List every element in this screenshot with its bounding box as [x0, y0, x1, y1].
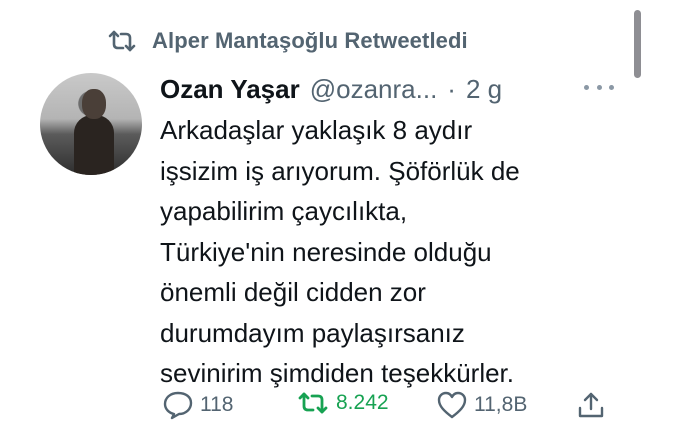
retweet-icon	[106, 29, 138, 53]
like-button[interactable]: 11,8B	[436, 390, 527, 420]
retweeted-by-text[interactable]: Alper Mantaşoğlu Retweetledi	[152, 28, 468, 54]
tweet-text: Arkadaşlar yaklaşık 8 aydır işsizim iş a…	[160, 115, 520, 388]
more-dot	[596, 84, 602, 90]
reply-button[interactable]: 118	[162, 390, 233, 420]
more-dot	[584, 84, 589, 90]
more-options-icon[interactable]	[584, 77, 614, 97]
author-handle[interactable]: @ozanra...	[310, 74, 438, 105]
share-icon	[576, 390, 606, 420]
like-count: 11,8B	[474, 393, 528, 416]
retweet-count: 8.242	[336, 391, 389, 414]
retweet-button[interactable]: 8.242	[296, 390, 389, 416]
avatar-head	[82, 89, 106, 119]
tweet-timestamp[interactable]: 2 g	[466, 74, 502, 105]
retweet-header: Alper Mantaşoğlu Retweetledi	[106, 28, 468, 54]
avatar[interactable]	[40, 73, 142, 175]
avatar-figure	[74, 115, 114, 175]
reply-count: 118	[200, 393, 234, 416]
scrollbar[interactable]	[634, 10, 641, 78]
retweet-icon	[296, 390, 330, 416]
heart-icon	[436, 390, 468, 420]
tweet-header: Ozan Yaşar @ozanra... · 2 g	[160, 74, 502, 105]
tweet-actions: 118 8.242 11,8B	[162, 390, 622, 424]
more-dot	[609, 84, 614, 90]
author-display-name[interactable]: Ozan Yaşar	[160, 74, 300, 105]
header-separator: ·	[447, 74, 456, 104]
reply-icon	[162, 390, 194, 420]
share-button[interactable]	[576, 390, 606, 420]
